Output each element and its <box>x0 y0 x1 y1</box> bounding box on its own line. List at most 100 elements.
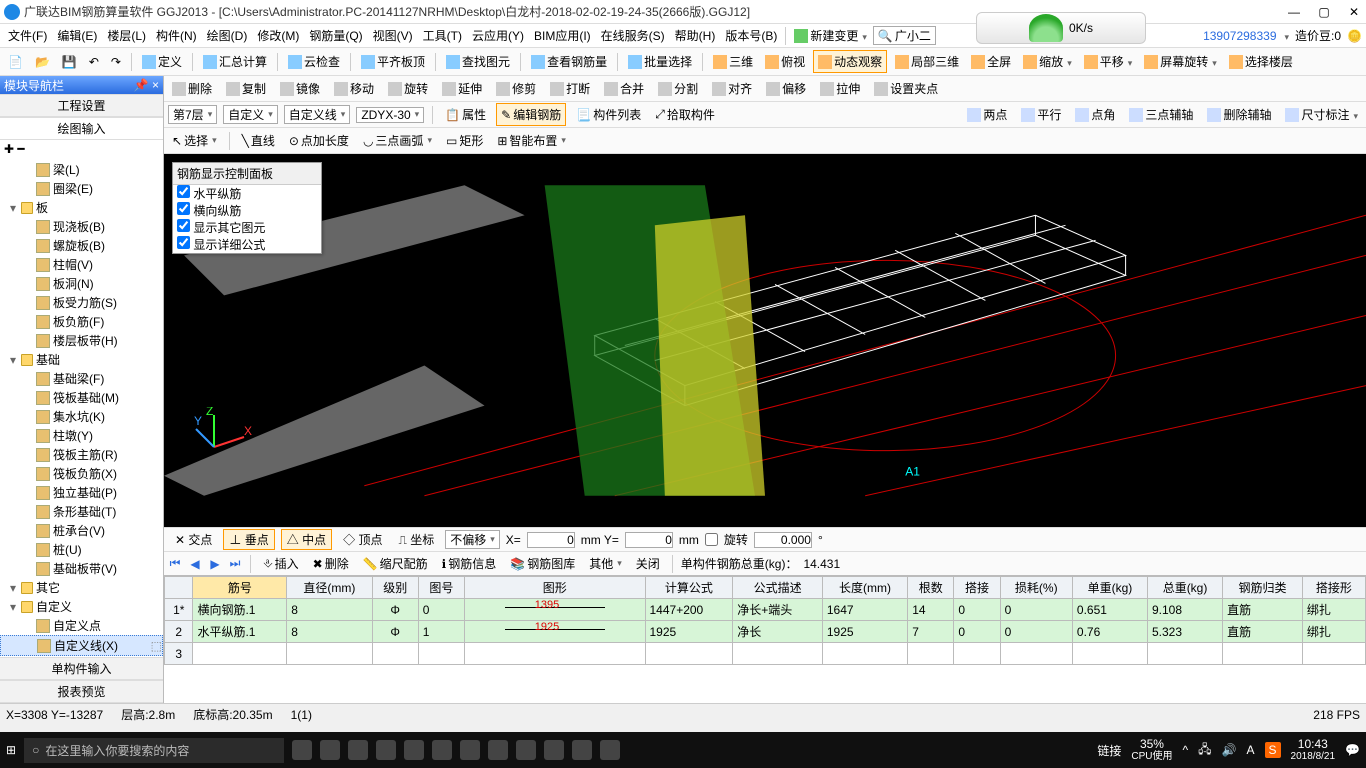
aux-button[interactable]: 删除辅轴 <box>1203 104 1275 125</box>
floor-select[interactable]: 第7层 <box>168 105 217 124</box>
menu-item[interactable]: 绘图(D) <box>203 25 252 46</box>
snap-x-input[interactable] <box>527 532 575 548</box>
edit-rebar-button[interactable]: ✎编辑钢筋 <box>496 103 566 126</box>
rebar-display-panel[interactable]: 钢筋显示控制面板 水平纵筋 横向纵筋 显示其它图元 显示详细公式 <box>172 162 322 254</box>
menu-item[interactable]: 帮助(H) <box>671 25 720 46</box>
pick-component-button[interactable]: ⤢拾取构件 <box>651 104 719 125</box>
redo-icon[interactable]: ↷ <box>107 53 125 71</box>
start-button[interactable]: ⊞ <box>6 743 16 757</box>
menu-item[interactable]: 云应用(Y) <box>468 25 528 46</box>
tree-node[interactable]: 柱墩(Y) <box>0 426 163 445</box>
view-button[interactable]: 局部三维 <box>891 51 963 72</box>
cat-select[interactable]: 自定义 <box>223 105 278 124</box>
tree-node[interactable]: ▾其它 <box>0 578 163 597</box>
snap-cross[interactable]: ✕ 交点 <box>170 530 217 549</box>
tree-node[interactable]: 基础板带(V) <box>0 559 163 578</box>
tree-node[interactable]: 梁(L) <box>0 160 163 179</box>
pin-icon[interactable]: 📌 × <box>134 78 159 92</box>
nav-section-draw[interactable]: 绘图输入 <box>0 117 163 140</box>
edit-button[interactable]: 移动 <box>330 78 378 99</box>
table-header[interactable]: 图号 <box>418 577 464 599</box>
menu-item[interactable]: 文件(F) <box>4 25 51 46</box>
task-icon[interactable] <box>516 740 536 760</box>
toolbar-button[interactable]: 云检查 <box>284 51 344 72</box>
aux-button[interactable]: 点角 <box>1071 104 1119 125</box>
tree-node[interactable]: ▾板 <box>0 198 163 217</box>
edit-button[interactable]: 设置夹点 <box>870 78 942 99</box>
view-button[interactable]: 屏幕旋转 <box>1140 51 1221 72</box>
task-icon[interactable] <box>320 740 340 760</box>
edit-button[interactable]: 打断 <box>546 78 594 99</box>
nav-section-report[interactable]: 报表预览 <box>0 680 163 703</box>
table-header[interactable]: 长度(mm) <box>822 577 907 599</box>
tree-node[interactable]: 桩承台(V) <box>0 521 163 540</box>
offset-mode[interactable]: 不偏移 <box>445 530 500 549</box>
table-header[interactable]: 单重(kg) <box>1072 577 1147 599</box>
menu-item[interactable]: 修改(M) <box>253 25 303 46</box>
viewport-3d[interactable]: A1 XZY 钢筋显示控制面板 水平纵筋 横向纵筋 显示其它图元 显示详细公式 <box>164 154 1366 527</box>
view-button[interactable]: 全屏 <box>967 51 1015 72</box>
new-change-button[interactable]: 新建变更 <box>790 25 871 46</box>
tree-node[interactable]: 柱帽(V) <box>0 255 163 274</box>
undo-icon[interactable]: ↶ <box>85 53 103 71</box>
close-editor[interactable]: 关闭 <box>632 553 664 574</box>
line-tool[interactable]: ╲直线 <box>238 130 279 151</box>
tree-node[interactable]: 板洞(N) <box>0 274 163 293</box>
rebar-library[interactable]: 📚钢筋图库 <box>506 553 579 574</box>
rotate-check[interactable] <box>705 533 718 546</box>
menu-item[interactable]: 构件(N) <box>152 25 201 46</box>
tree-node[interactable]: 基础梁(F) <box>0 369 163 388</box>
edit-button[interactable]: 修剪 <box>492 78 540 99</box>
view-button[interactable]: 选择楼层 <box>1225 51 1297 72</box>
tree-node[interactable]: 桩(U) <box>0 540 163 559</box>
rotate-angle-input[interactable] <box>754 532 812 548</box>
edit-button[interactable]: 对齐 <box>708 78 756 99</box>
rebar-info[interactable]: ℹ钢筋信息 <box>438 553 501 574</box>
insert-row[interactable]: ⎀插入 <box>259 553 303 574</box>
menu-item[interactable]: BIM应用(I) <box>530 25 595 46</box>
menu-item[interactable]: 版本号(B) <box>721 25 781 46</box>
table-header[interactable] <box>165 577 193 599</box>
table-row[interactable]: 1*横向钢筋.18Φ0 13951447+200净长+端头164714000.6… <box>165 599 1366 621</box>
table-header[interactable]: 筋号 <box>193 577 287 599</box>
task-icon[interactable] <box>600 740 620 760</box>
select-tool[interactable]: ↖选择 <box>168 130 221 151</box>
tree-node[interactable]: 板负筋(F) <box>0 312 163 331</box>
tray-notifications-icon[interactable]: 💬 <box>1345 743 1360 757</box>
aux-button[interactable]: 尺寸标注 <box>1281 104 1362 125</box>
component-list-button[interactable]: 📃构件列表 <box>572 104 645 125</box>
save-icon[interactable]: 💾 <box>58 53 81 71</box>
tree-node[interactable]: 楼层板带(H) <box>0 331 163 350</box>
aux-button[interactable]: 三点辅轴 <box>1125 104 1197 125</box>
toolbar-button[interactable]: 汇总计算 <box>199 51 271 72</box>
rebar-display-option[interactable]: 横向纵筋 <box>173 202 321 219</box>
tree-node[interactable]: 现浇板(B) <box>0 217 163 236</box>
toolbar-button[interactable]: 平齐板顶 <box>357 51 429 72</box>
edit-button[interactable]: 偏移 <box>762 78 810 99</box>
toolbar-button[interactable]: 查看钢筋量 <box>527 51 611 72</box>
open-file-icon[interactable]: 📂 <box>31 53 54 71</box>
tree-node[interactable]: 集水坑(K) <box>0 407 163 426</box>
edit-button[interactable]: 拉伸 <box>816 78 864 99</box>
task-icon[interactable] <box>404 740 424 760</box>
edit-button[interactable]: 复制 <box>222 78 270 99</box>
view-button[interactable]: 三维 <box>709 51 757 72</box>
nav-prev[interactable]: ◀ <box>188 557 202 571</box>
scale-rebar[interactable]: 📏缩尺配筋 <box>359 553 432 574</box>
edit-button[interactable]: 延伸 <box>438 78 486 99</box>
close-button[interactable]: ✕ <box>1346 4 1362 20</box>
tree-node[interactable]: 螺旋板(B) <box>0 236 163 255</box>
aux-button[interactable]: 平行 <box>1017 104 1065 125</box>
menu-item[interactable]: 工具(T) <box>419 25 466 46</box>
nav-last[interactable]: ⏭ <box>228 557 242 571</box>
rect-tool[interactable]: ▭矩形 <box>442 130 487 151</box>
nav-section-single[interactable]: 单构件输入 <box>0 657 163 680</box>
rebar-table[interactable]: 筋号直径(mm)级别图号图形计算公式公式描述长度(mm)根数搭接损耗(%)单重(… <box>164 575 1366 703</box>
tree-node[interactable]: 筏板主筋(R) <box>0 445 163 464</box>
rebar-display-option[interactable]: 显示详细公式 <box>173 236 321 253</box>
tray-up-icon[interactable]: ^ <box>1183 743 1189 757</box>
type-select[interactable]: 自定义线 <box>284 105 351 124</box>
tree-node[interactable]: 板受力筋(S) <box>0 293 163 312</box>
arc-tool[interactable]: ◡三点画弧 <box>359 130 436 151</box>
maximize-button[interactable]: ▢ <box>1316 4 1332 20</box>
